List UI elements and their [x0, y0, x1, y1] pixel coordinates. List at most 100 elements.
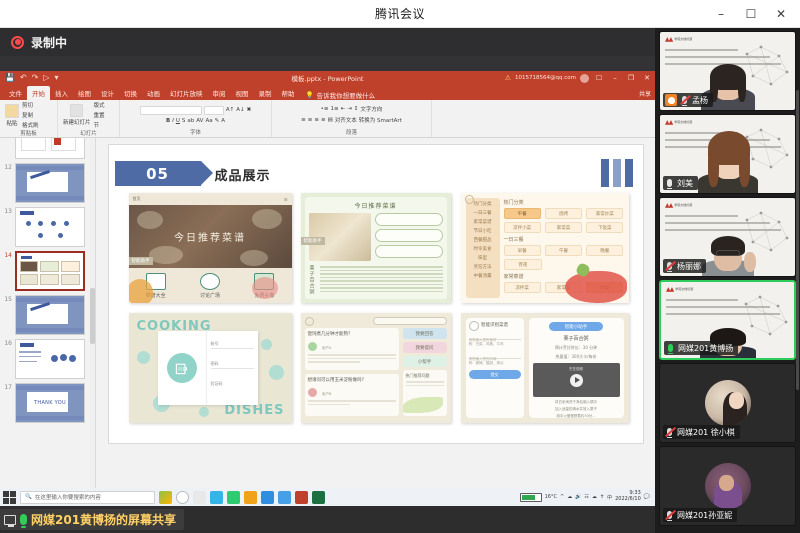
browser-icon[interactable] [244, 491, 257, 504]
back-icon[interactable] [465, 195, 474, 204]
taskbar-search-input[interactable]: 🔍 在这里输入你要搜索的内容 [20, 491, 155, 504]
align-text-label[interactable]: 对齐文本 [335, 116, 357, 124]
font-color-icon[interactable]: A [221, 118, 225, 124]
photos-icon[interactable] [261, 491, 274, 504]
thumbnail-row[interactable]: 15 [3, 295, 93, 335]
video-player[interactable]: 烹饪视频 [533, 363, 620, 397]
category-chip[interactable]: 宵夜 [504, 259, 543, 270]
align-right-icon[interactable]: ≡ [314, 117, 319, 123]
onedrive-icon[interactable]: ☁ [592, 494, 597, 500]
option-pill[interactable] [375, 229, 443, 242]
category-chip[interactable]: 家常菜 [545, 222, 582, 233]
play-button-icon[interactable] [570, 374, 583, 387]
maximize-icon[interactable]: ☐ [736, 0, 766, 28]
category-chip[interactable]: 凉拌菜 [504, 282, 541, 293]
thumbnail-row[interactable]: 16 [3, 339, 93, 379]
ppt-minimize-icon[interactable]: – [609, 74, 621, 82]
category-item[interactable]: 味型 [478, 255, 487, 261]
search-input[interactable] [373, 317, 447, 325]
thumbnail-row[interactable]: 17 THANK YOU [3, 383, 93, 423]
copy-label[interactable]: 复制 [22, 111, 39, 119]
shadow-icon[interactable]: S [182, 118, 186, 124]
participant-tile[interactable]: ▲▲ 学院文档标题 [659, 114, 796, 194]
category-chip[interactable]: 午餐 [504, 208, 541, 219]
decrease-font-icon[interactable]: A↓ [236, 107, 244, 113]
section-label[interactable]: 节 [94, 121, 105, 129]
mic-on-icon[interactable] [665, 177, 674, 189]
tab-insert[interactable]: 插入 [50, 86, 73, 101]
mic-on-icon[interactable] [666, 342, 675, 354]
bluetooth-icon[interactable]: ✝ [600, 494, 604, 500]
helper-button[interactable]: 小帮手 [403, 356, 447, 367]
mic-muted-icon[interactable] [665, 509, 674, 521]
submit-button[interactable]: 提交 [469, 370, 521, 379]
text-direction-label[interactable]: 文字方向 [360, 105, 382, 113]
italic-icon[interactable]: I [172, 118, 174, 124]
category-item[interactable]: 家常菜谱 [474, 219, 492, 225]
slide-thumbnail[interactable] [15, 295, 85, 335]
category-chip[interactable]: 午餐 [545, 245, 582, 256]
forum-post[interactable]: 想请问可以用玉米淀粉做吗？ 用户B [305, 374, 399, 416]
powerpoint-icon[interactable] [295, 491, 308, 504]
tab-review[interactable]: 审阅 [208, 86, 231, 101]
start-button-icon[interactable] [3, 491, 16, 504]
slide-thumbnail[interactable] [15, 138, 85, 159]
category-chip[interactable]: 早餐 [504, 245, 541, 256]
thumbnail-scrollbar[interactable] [90, 138, 95, 495]
ribbon-display-icon[interactable]: ☐ [593, 74, 605, 82]
network-icon[interactable]: ☷ [584, 494, 588, 500]
qq-icon[interactable] [278, 491, 291, 504]
cloud-icon[interactable]: ☁ [567, 494, 572, 500]
ppt-restore-icon[interactable]: ❐ [625, 74, 637, 82]
close-icon[interactable]: ✕ [766, 0, 796, 28]
battery-icon[interactable] [520, 493, 542, 502]
category-item[interactable]: 西餐甜品 [474, 237, 492, 243]
tab-file[interactable]: 文件 [4, 86, 27, 101]
tab-slideshow[interactable]: 幻灯片放映 [165, 86, 208, 101]
answer-button[interactable]: 我要回答 [403, 328, 447, 339]
category-chip[interactable]: 烧烤 [545, 208, 582, 219]
back-icon[interactable] [469, 321, 479, 331]
category-chip[interactable]: 凉拌小菜 [504, 222, 541, 233]
strikethrough-icon[interactable]: ab [187, 118, 194, 124]
task-view-icon[interactable] [159, 491, 172, 504]
slide-thumbnail[interactable] [15, 207, 85, 247]
format-painter-label[interactable]: 格式刷 [22, 121, 39, 129]
slide-thumbnail-current[interactable] [15, 251, 85, 291]
back-icon[interactable] [305, 317, 314, 326]
thumbnail-row[interactable]: 12 [3, 163, 93, 203]
cut-label[interactable]: 剪切 [22, 101, 39, 109]
font-size-combo[interactable] [204, 106, 224, 115]
category-item[interactable]: 烹饪方法 [474, 264, 492, 270]
notifications-icon[interactable]: 💬 [644, 494, 650, 500]
tab-design[interactable]: 设计 [96, 86, 119, 101]
thumbnail-row[interactable]: 13 [3, 207, 93, 247]
excel-icon[interactable] [312, 491, 325, 504]
ime-indicator[interactable]: 中 [607, 494, 612, 501]
increase-indent-icon[interactable]: ⇥ [347, 106, 352, 112]
category-chip[interactable]: 家常炒菜 [586, 208, 623, 219]
account-field[interactable]: 账号 [211, 335, 254, 349]
slide-thumbnail[interactable] [15, 163, 85, 203]
thumbnail-row-selected[interactable]: 14 [3, 251, 93, 291]
new-slide-icon[interactable] [70, 104, 83, 117]
participant-video-strip[interactable]: ▲▲ 学院文档标题 [655, 28, 800, 533]
change-case-icon[interactable]: Aa [205, 118, 212, 124]
tab-view[interactable]: 视图 [231, 86, 254, 101]
category-item[interactable]: 一日三餐 [474, 210, 492, 216]
slide-thumbnail[interactable]: THANK YOU [15, 383, 85, 423]
increase-font-icon[interactable]: A↑ [226, 107, 234, 113]
minimize-icon[interactable]: – [706, 0, 736, 28]
taskbar-clock[interactable]: 9:33 2022/6/10 [615, 491, 641, 503]
underline-icon[interactable]: U [176, 118, 180, 124]
password-field[interactable]: 密码 [211, 355, 254, 369]
thumbnail-row[interactable]: 11 [3, 138, 93, 159]
captcha-field[interactable]: 验证码 [211, 375, 254, 389]
justify-icon[interactable]: ≡ [321, 117, 326, 123]
category-item[interactable]: 中餐汤羹 [474, 273, 492, 279]
folder-icon[interactable] [227, 491, 240, 504]
char-spacing-icon[interactable]: AV [196, 118, 203, 124]
option-pill[interactable] [375, 245, 443, 258]
align-center-icon[interactable]: ≡ [308, 117, 313, 123]
slide-thumbnail-pane[interactable]: 11 12 [0, 138, 96, 495]
